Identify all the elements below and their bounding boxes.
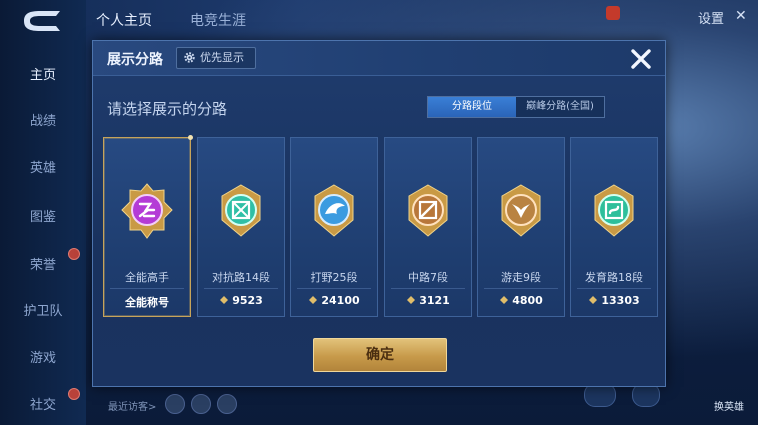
lane-card-mid-lane[interactable]: 中路7段 3121: [384, 137, 472, 317]
lane-segment-switch: 分路段位 巅峰分路(全国): [427, 96, 605, 118]
sidebar-item-atlas[interactable]: 图鉴: [0, 206, 86, 225]
sidebar-item-home[interactable]: 主页: [0, 64, 86, 83]
dialog-subtitle: 请选择展示的分路: [107, 100, 228, 118]
lane-card-clash-lane[interactable]: 对抗路14段 9523: [197, 137, 285, 317]
sidebar-item-records[interactable]: 战绩: [0, 110, 86, 129]
sidebar-item-social[interactable]: 社交: [0, 388, 86, 413]
lane-card-score: 13303: [571, 294, 657, 307]
lane-card-roam[interactable]: 游走9段 4800: [477, 137, 565, 317]
selection-marker-icon: [188, 135, 193, 140]
top-tabs: 个人主页 电竞生涯: [96, 6, 284, 36]
dialog-header: 展示分路 优先显示: [93, 41, 665, 76]
sidebar-item-games[interactable]: 游戏: [0, 347, 86, 366]
dialog-title: 展示分路: [107, 52, 163, 68]
lane-card-jungle[interactable]: 打野25段 24100: [290, 137, 378, 317]
sidebar-item-honor[interactable]: 荣誉: [0, 248, 86, 273]
rank-points-icon: [309, 296, 318, 304]
lane-card-name: 发育路18段: [585, 271, 643, 284]
lane-card-score: 9523: [198, 294, 284, 307]
mid-lane-badge-icon: [408, 184, 448, 237]
lane-card-all-round[interactable]: 全能高手 全能称号: [103, 135, 193, 317]
clash-lane-badge-icon: [221, 184, 261, 237]
tab-esports-career[interactable]: 电竞生涯: [190, 6, 246, 36]
lane-card-name: 游走9段: [501, 271, 541, 284]
divider: [297, 288, 371, 289]
rank-points-icon: [220, 296, 229, 304]
avatar[interactable]: [191, 394, 211, 414]
divider: [204, 288, 278, 289]
roam-badge-icon: [501, 184, 541, 237]
notification-dot-icon: [68, 248, 80, 260]
lane-card-farm-lane[interactable]: 发育路18段 13303: [570, 137, 658, 317]
switch-hero-button[interactable]: 换英雄: [714, 398, 744, 413]
divider: [577, 288, 651, 289]
notification-dot-icon: [68, 388, 80, 400]
sidebar-item-heroes[interactable]: 英雄: [0, 157, 86, 176]
close-icon[interactable]: [629, 47, 653, 71]
priority-display-label: 优先显示: [200, 51, 244, 64]
lane-card-name: 打野25段: [310, 271, 358, 284]
jungle-badge-icon: [314, 184, 354, 237]
lane-card-score: 24100: [291, 294, 377, 307]
lane-display-dialog: 展示分路 优先显示 请选择展示的分路 分路段位 巅峰分路(全国) 全能高手 全能…: [92, 40, 666, 387]
notification-badge-icon[interactable]: [606, 6, 620, 20]
sidebar-item-guard-team[interactable]: 护卫队: [0, 300, 86, 319]
close-icon[interactable]: ✕: [735, 8, 747, 24]
tab-personal-home[interactable]: 个人主页: [96, 6, 152, 36]
rank-points-icon: [589, 296, 598, 304]
settings-button[interactable]: 设置: [698, 8, 724, 27]
visitor-avatars: [165, 394, 237, 414]
back-arrow-icon[interactable]: [18, 8, 64, 34]
divider: [110, 288, 184, 289]
tab-peak-lane-national[interactable]: 巅峰分路(全国): [516, 97, 604, 117]
sidebar: 主页 战绩 英雄 图鉴 荣誉 护卫队 游戏 社交: [0, 0, 86, 425]
avatar[interactable]: [217, 394, 237, 414]
lane-card-score: 3121: [385, 294, 471, 307]
priority-display-button[interactable]: 优先显示: [176, 47, 256, 69]
divider: [484, 288, 558, 289]
rank-points-icon: [500, 296, 509, 304]
divider: [391, 288, 465, 289]
lane-card-name: 中路7段: [408, 271, 448, 284]
lane-card-score: 全能称号: [125, 296, 169, 309]
avatar[interactable]: [165, 394, 185, 414]
tab-lane-rank[interactable]: 分路段位: [428, 97, 516, 117]
lane-card-name: 对抗路14段: [212, 271, 270, 284]
lane-card-name: 全能高手: [125, 271, 169, 284]
rank-points-icon: [407, 296, 416, 304]
all-round-badge-icon: [121, 183, 173, 239]
recent-visitors-link[interactable]: 最近访客>: [108, 398, 156, 413]
farm-lane-badge-icon: [594, 184, 634, 237]
gear-icon: [184, 52, 195, 63]
confirm-button[interactable]: 确定: [313, 338, 447, 372]
lane-card-score: 4800: [478, 294, 564, 307]
